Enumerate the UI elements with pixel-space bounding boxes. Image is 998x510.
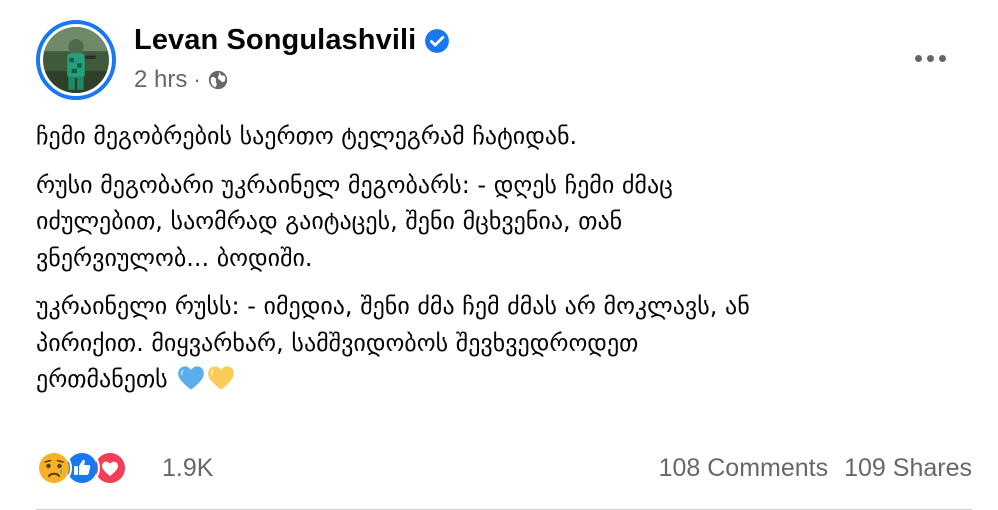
yellow-heart-emoji	[207, 365, 235, 402]
meta-separator: ·	[193, 67, 201, 92]
author-row: Levan Songulashvili	[134, 24, 450, 57]
avatar-photo	[43, 27, 109, 93]
reaction-icons[interactable]	[36, 450, 128, 486]
shares-count[interactable]: 109 Shares	[844, 454, 972, 483]
post-paragraph-2: რუსი მეგობარი უკრაინელ მეგობარს: - დღეს …	[36, 170, 673, 272]
post-footer: 1.9K 108 Comments 109 Shares	[36, 446, 972, 492]
engagement-counts: 108 Comments 109 Shares	[659, 454, 972, 483]
post-paragraph-3-wrapper: უკრაინელი რუსს: - იმედია, შენი ძმა ჩემ ძ…	[36, 288, 938, 402]
post-header: Levan Songulashvili 2 hrs ·	[36, 20, 978, 100]
globe-icon[interactable]	[207, 69, 229, 91]
post-body: ჩემი მეგობრების საერთო ტელეგრამ ჩატიდან.…	[36, 118, 938, 402]
avatar-image	[43, 27, 109, 93]
verified-badge-icon	[424, 28, 450, 54]
author-name[interactable]: Levan Songulashvili	[134, 24, 416, 57]
dot	[938, 54, 946, 62]
dot	[914, 54, 922, 62]
more-options-icon[interactable]	[908, 46, 952, 70]
facebook-post: Levan Songulashvili 2 hrs · ჩემი მეგობრე…	[0, 0, 998, 510]
post-paragraph-3: უკრაინელი რუსს: - იმედია, შენი ძმა ჩემ ძ…	[36, 292, 750, 393]
blue-heart-emoji	[177, 365, 205, 402]
post-paragraph-1: ჩემი მეგობრების საერთო ტელეგრამ ჩატიდან.	[36, 122, 578, 150]
comments-count[interactable]: 108 Comments	[659, 454, 829, 483]
sad-reaction-icon	[36, 450, 72, 486]
reaction-count[interactable]: 1.9K	[162, 454, 213, 483]
avatar[interactable]	[36, 20, 116, 100]
post-timestamp[interactable]: 2 hrs	[134, 66, 187, 94]
post-meta: 2 hrs ·	[134, 66, 229, 94]
dot	[926, 54, 934, 62]
